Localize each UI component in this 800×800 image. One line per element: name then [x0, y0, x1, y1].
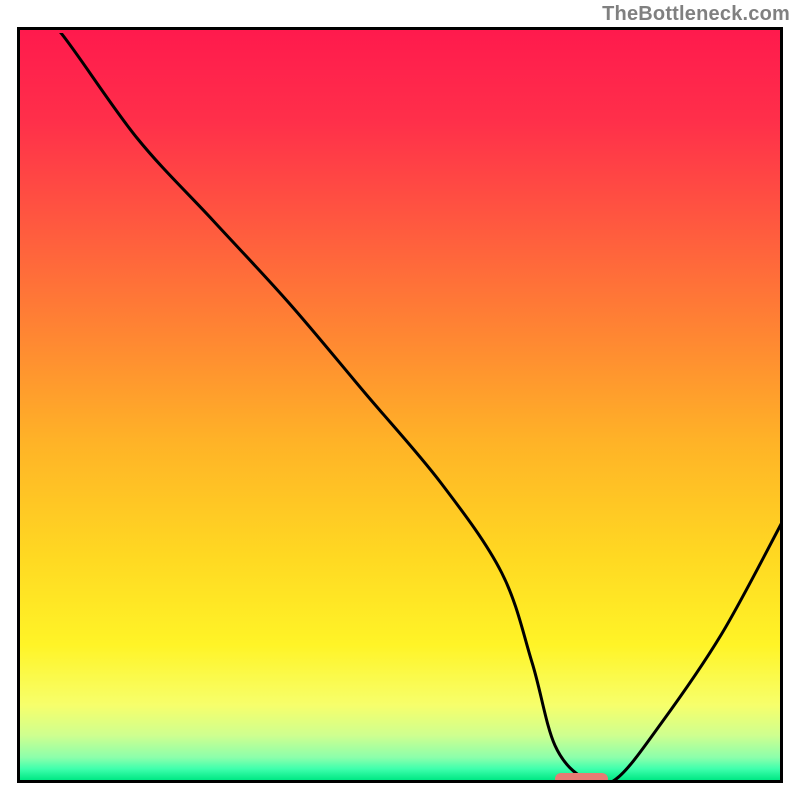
chart-frame: TheBottleneck.com — [0, 0, 800, 800]
optimum-marker — [555, 773, 608, 783]
watermark-text: TheBottleneck.com — [602, 3, 790, 26]
bottleneck-curve — [23, 33, 783, 783]
plot-area — [17, 27, 783, 783]
